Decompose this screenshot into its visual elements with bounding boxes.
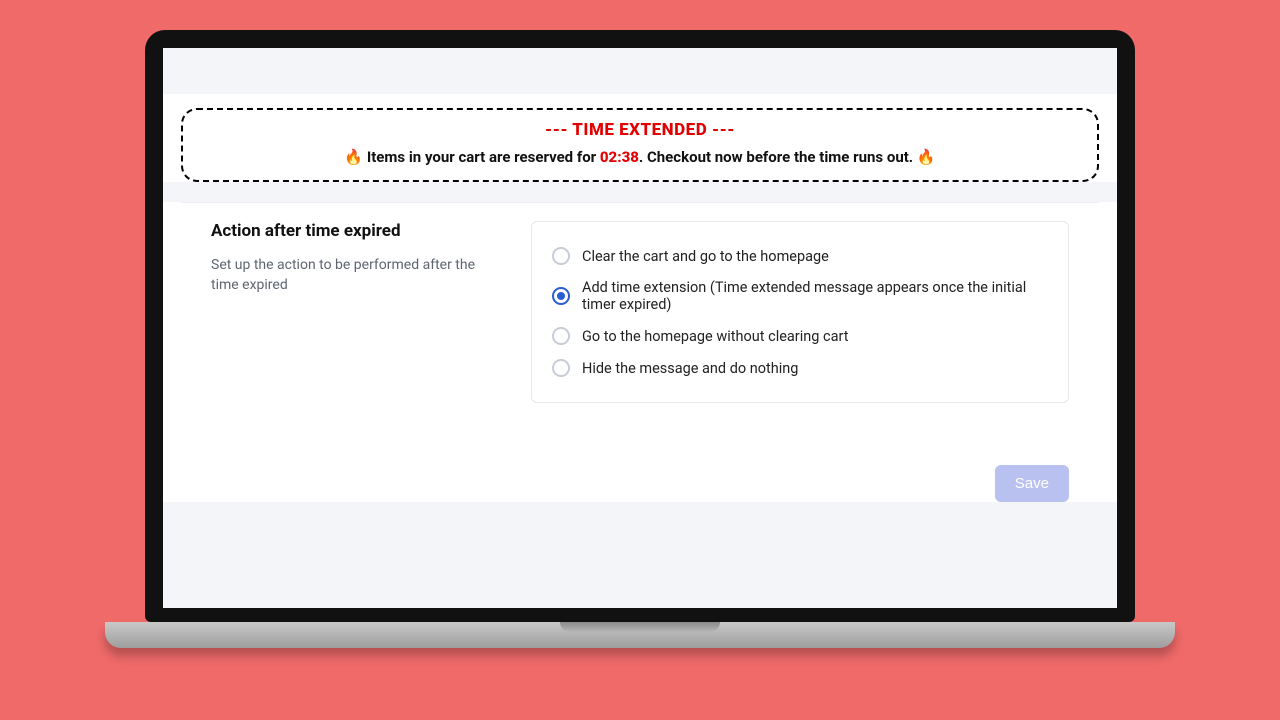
banner-suffix: . Checkout now before the time runs out. [639,148,913,166]
settings-card: Action after time expired Set up the act… [163,202,1117,502]
fire-icon: 🔥 [344,148,363,166]
radio-option-2[interactable]: Go to the homepage without clearing cart [552,320,1048,352]
radio-icon[interactable] [552,359,570,377]
settings-description: Set up the action to be performed after … [211,255,491,296]
radio-label: Go to the homepage without clearing cart [582,328,848,345]
fire-icon: 🔥 [917,148,936,166]
settings-options-panel: Clear the cart and go to the homepage Add… [531,221,1069,403]
radio-option-3[interactable]: Hide the message and do nothing [552,352,1048,384]
settings-heading: Action after time expired [211,221,491,241]
radio-option-1[interactable]: Add time extension (Time extended messag… [552,272,1048,320]
banner-title: --- TIME EXTENDED --- [195,120,1085,140]
radio-icon[interactable] [552,287,570,305]
settings-description-col: Action after time expired Set up the act… [211,221,491,296]
save-row: Save [181,443,1099,502]
radio-icon[interactable] [552,247,570,265]
settings-area: Action after time expired Set up the act… [181,202,1099,443]
radio-label: Hide the message and do nothing [582,360,798,377]
time-extended-banner: --- TIME EXTENDED --- 🔥 Items in your ca… [181,108,1099,182]
banner-prefix: Items in your cart are reserved for [367,148,600,166]
radio-label: Add time extension (Time extended messag… [582,279,1048,313]
screen-bezel: --- TIME EXTENDED --- 🔥 Items in your ca… [145,30,1135,622]
radio-icon[interactable] [552,327,570,345]
radio-option-0[interactable]: Clear the cart and go to the homepage [552,240,1048,272]
banner-time: 02:38 [600,148,639,166]
radio-label: Clear the cart and go to the homepage [582,248,829,265]
app-screen: --- TIME EXTENDED --- 🔥 Items in your ca… [163,48,1117,608]
save-button[interactable]: Save [995,465,1069,502]
page-card: --- TIME EXTENDED --- 🔥 Items in your ca… [163,94,1117,182]
laptop-mockup: --- TIME EXTENDED --- 🔥 Items in your ca… [145,30,1135,648]
laptop-base [105,622,1175,648]
banner-message: 🔥 Items in your cart are reserved for 02… [195,148,1085,166]
